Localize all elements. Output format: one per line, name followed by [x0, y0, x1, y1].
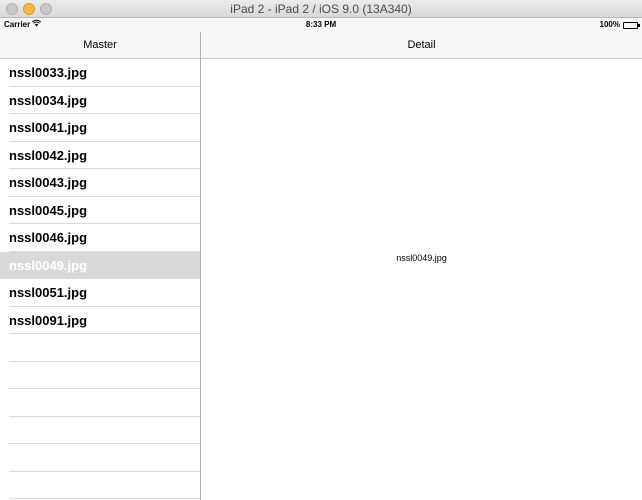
list-item[interactable]: nssl0091.jpg: [9, 307, 200, 334]
battery-icon: [623, 22, 640, 29]
master-navbar: Master: [0, 32, 200, 59]
list-item[interactable]: nssl0043.jpg: [9, 169, 200, 197]
list-item[interactable]: nssl0042.jpg: [9, 142, 200, 169]
battery-percentage: 100%: [599, 20, 620, 29]
master-list: nssl0033.jpg nssl0034.jpg nssl0041.jpg nssl…: [0, 59, 200, 499]
detail-label: nssl0049.jpg: [396, 253, 447, 263]
detail-pane: Detail nssl0049.jpg: [201, 32, 642, 500]
window-titlebar: iPad 2 - iPad 2 / iOS 9.0 (13A340): [0, 0, 642, 18]
list-item[interactable]: nssl0051.jpg: [9, 279, 200, 307]
list-item[interactable]: nssl0045.jpg: [9, 197, 200, 224]
window-title: iPad 2 - iPad 2 / iOS 9.0 (13A340): [230, 2, 412, 16]
status-time: 8:33 PM: [305, 20, 337, 29]
master-title: Master: [83, 39, 117, 51]
status-bar: Carrier 8:33 PM 100%: [0, 18, 642, 32]
list-item[interactable]: nssl0034.jpg: [9, 87, 200, 114]
detail-title: Detail: [407, 39, 436, 51]
empty-list-row: [9, 472, 200, 499]
empty-list-row: [9, 334, 200, 362]
empty-list-row: [9, 444, 200, 472]
list-item[interactable]: nssl0046.jpg: [9, 224, 200, 252]
list-item[interactable]: nssl0041.jpg: [9, 114, 200, 142]
master-pane: Master nssl0033.jpg nssl0034.jpg nssl0041.…: [0, 32, 201, 500]
empty-list-row: [9, 417, 200, 444]
empty-list-row: [9, 362, 200, 389]
detail-navbar: Detail: [201, 32, 642, 59]
list-item[interactable]: nssl0049.jpg: [0, 251, 200, 279]
list-item[interactable]: nssl0033.jpg: [9, 59, 200, 87]
empty-list-row: [9, 389, 200, 417]
